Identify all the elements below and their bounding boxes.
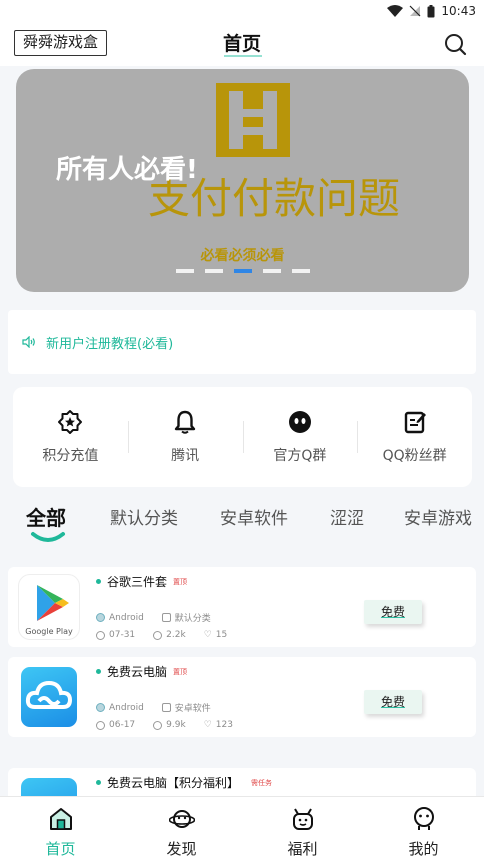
wifi-icon xyxy=(387,5,404,17)
game-stats-row: 06-17 9.9k ♡ 123 xyxy=(96,720,233,730)
tab-android-software[interactable]: 安卓软件 xyxy=(220,504,288,529)
nav-label: 我的 xyxy=(408,840,439,858)
promo-banner[interactable]: 支付付款问题 所有人必看! 必看必须必看 xyxy=(16,69,469,292)
planet-icon xyxy=(168,810,195,828)
status-bar: 10:43 xyxy=(0,0,484,22)
download-icon xyxy=(153,630,163,640)
tab-default-category[interactable]: 默认分类 xyxy=(110,504,178,529)
battery-icon xyxy=(427,4,435,17)
game-downloads: 9.9k xyxy=(166,720,186,730)
speaker-icon xyxy=(22,336,35,348)
status-time: 10:43 xyxy=(441,4,476,18)
quick-action-label: 官方Q群 xyxy=(273,448,327,464)
free-button[interactable]: 免费 xyxy=(364,690,422,714)
game-title: 免费云电脑【积分福利】 xyxy=(107,776,240,790)
status-dot xyxy=(96,669,101,674)
quick-action-label: 积分充值 xyxy=(42,448,99,464)
quick-action-recharge[interactable]: 积分充值 xyxy=(13,387,128,487)
game-platform: Android xyxy=(109,612,144,623)
game-likes: 123 xyxy=(215,720,233,730)
nav-welfare[interactable]: 福利 xyxy=(242,797,363,860)
banner-dot[interactable] xyxy=(292,269,310,273)
quick-action-tencent[interactable]: 腾讯 xyxy=(127,387,243,487)
task-tag: 需任务 xyxy=(251,778,273,787)
game-likes: 15 xyxy=(215,630,228,640)
qq-icon xyxy=(288,411,311,433)
category-icon xyxy=(161,703,171,712)
page-title: 首页 xyxy=(222,33,261,55)
bell-icon xyxy=(174,410,196,434)
nav-home[interactable]: 首页 xyxy=(0,797,121,860)
game-date: 07-31 xyxy=(109,630,136,640)
quick-action-label: QQ粉丝群 xyxy=(382,448,447,464)
top-header: 舜舜游戏盒 首页 xyxy=(0,22,484,66)
no-signal-icon xyxy=(409,5,421,17)
game-title-row: 免费云电脑 置顶 xyxy=(96,663,187,680)
bottom-nav: 首页 发现 福利 我的 xyxy=(0,796,484,860)
quick-action-qq-group[interactable]: 官方Q群 xyxy=(242,387,358,487)
notice-bar[interactable]: 新用户注册教程(必看) xyxy=(8,310,476,374)
home-icon xyxy=(49,808,72,830)
tab-adult[interactable]: 涩涩 xyxy=(330,504,364,529)
game-platform: Android xyxy=(109,702,144,713)
nav-discover[interactable]: 发现 xyxy=(121,797,242,860)
nav-label: 首页 xyxy=(45,840,76,858)
heart-icon: ♡ xyxy=(203,720,212,730)
status-dot xyxy=(96,579,101,584)
tab-android-games[interactable]: 安卓游戏 xyxy=(404,504,472,529)
game-downloads: 2.2k xyxy=(166,630,186,640)
page-title-underline xyxy=(224,55,262,57)
game-category: 安卓软件 xyxy=(174,704,211,714)
game-title: 免费云电脑 xyxy=(107,665,168,679)
banner-dot[interactable] xyxy=(263,269,281,273)
game-title-row: 谷歌三件套 置顶 xyxy=(96,573,187,590)
game-title-row: 免费云电脑【积分福利】 需任务 xyxy=(96,774,272,791)
category-icon xyxy=(161,613,171,622)
search-icon[interactable] xyxy=(442,31,468,57)
game-date: 06-17 xyxy=(109,720,136,730)
banner-headline: 所有人必看! xyxy=(56,155,198,185)
game-card[interactable]: Google Play 谷歌三件套 置顶 Android 默认分类 07-31 … xyxy=(8,567,476,647)
banner-dot[interactable] xyxy=(205,269,223,273)
game-card[interactable]: 免费云电脑 置顶 Android 安卓软件 06-17 9.9k ♡ 123 免… xyxy=(8,657,476,737)
notice-text: 新用户注册教程(必看) xyxy=(46,336,174,352)
android-icon xyxy=(96,613,105,622)
quick-action-fan-group[interactable]: QQ粉丝群 xyxy=(357,387,472,487)
google-play-icon: Google Play xyxy=(18,574,80,640)
tab-all[interactable]: 全部 xyxy=(26,502,66,531)
cloud-icon xyxy=(18,664,80,730)
category-tabs: 全部 默认分类 安卓软件 涩涩 安卓游戏 xyxy=(0,500,484,550)
banner-dot[interactable] xyxy=(176,269,194,273)
banner-dot[interactable] xyxy=(234,269,252,273)
heart-icon: ♡ xyxy=(203,630,212,640)
edit-note-icon xyxy=(404,411,426,434)
free-button[interactable]: 免费 xyxy=(364,600,422,624)
game-category: 默认分类 xyxy=(174,614,211,624)
nav-label: 发现 xyxy=(166,840,197,858)
download-icon xyxy=(153,720,163,730)
nav-label: 福利 xyxy=(287,840,318,858)
banner-logo xyxy=(216,83,290,157)
quick-action-label: 腾讯 xyxy=(171,448,200,464)
game-meta-row: Android 安卓软件 xyxy=(96,701,211,714)
banner-caption: 必看必须必看 xyxy=(200,248,285,264)
quick-actions: 积分充值 腾讯 官方Q群 QQ粉丝群 xyxy=(13,387,472,487)
svg-text:Google Play: Google Play xyxy=(25,627,73,636)
clock-icon xyxy=(96,720,105,730)
status-dot xyxy=(96,780,101,785)
pinned-tag: 置顶 xyxy=(173,577,188,586)
gift-character-icon xyxy=(292,808,313,830)
clock-icon xyxy=(96,630,105,640)
star-badge-icon xyxy=(58,410,83,434)
active-tab-indicator xyxy=(31,532,65,542)
game-meta-row: Android 默认分类 xyxy=(96,611,211,624)
banner-pagination[interactable] xyxy=(176,269,310,273)
pinned-tag: 置顶 xyxy=(173,667,188,676)
profile-face-icon xyxy=(413,807,434,830)
nav-profile[interactable]: 我的 xyxy=(363,797,484,860)
game-title: 谷歌三件套 xyxy=(107,575,168,589)
game-stats-row: 07-31 2.2k ♡ 15 xyxy=(96,630,227,640)
android-icon xyxy=(96,703,105,712)
